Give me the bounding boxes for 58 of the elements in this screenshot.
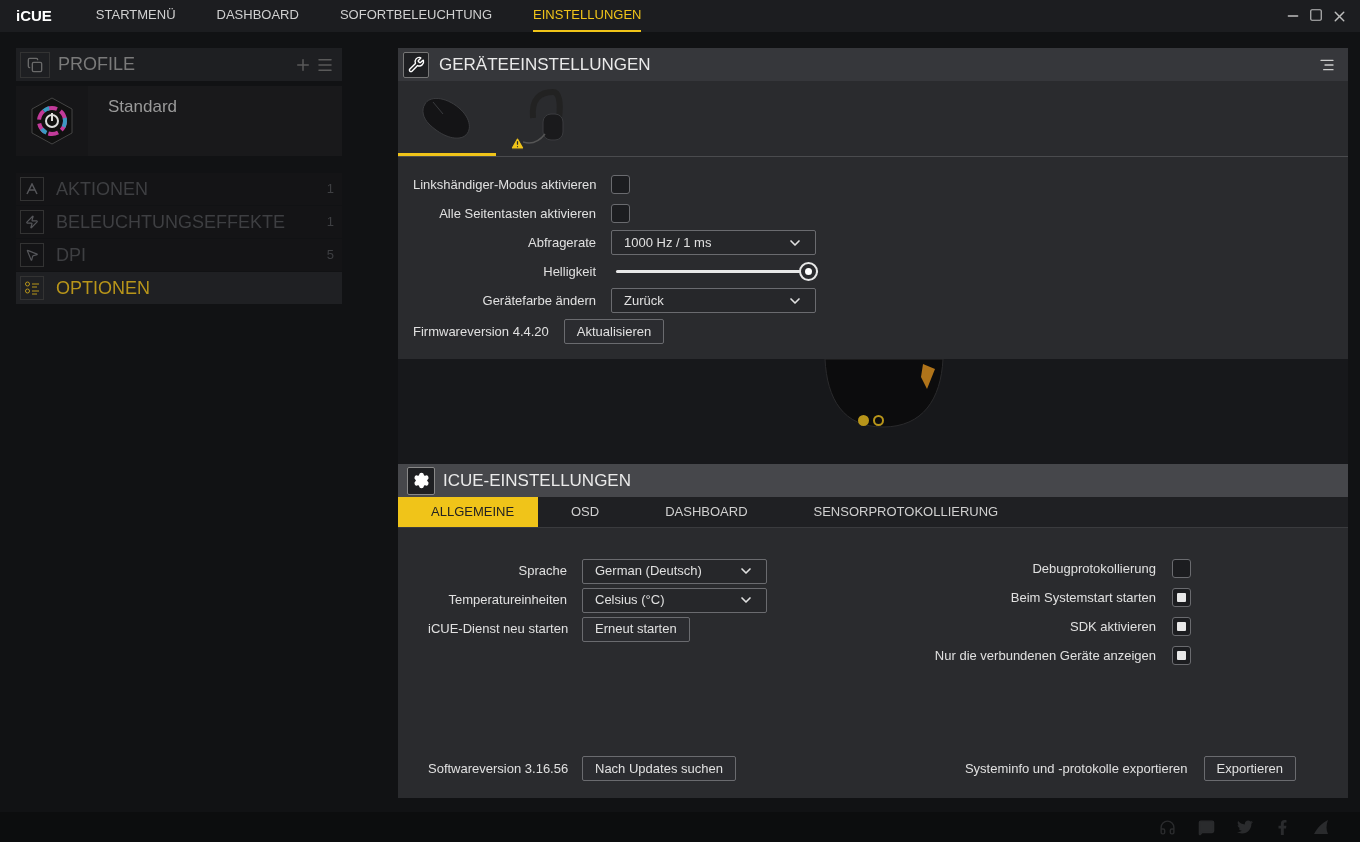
- restart-button[interactable]: Erneut starten: [582, 616, 690, 642]
- setting-label: Gerätefarbe ändern: [481, 291, 596, 310]
- settings-tab[interactable]: DASHBOARD: [632, 497, 781, 527]
- profile-item[interactable]: Standard: [16, 86, 342, 156]
- sidebar-section[interactable]: OPTIONEN: [16, 272, 342, 304]
- dropdown[interactable]: Celsius (°C): [582, 587, 767, 613]
- options-list-icon: [20, 276, 44, 300]
- wrench-icon: [407, 56, 425, 73]
- export-button[interactable]: Exportieren: [1203, 756, 1296, 781]
- setting-label: Alle Seitentasten aktivieren: [438, 204, 596, 223]
- headset-drawing: [523, 88, 567, 146]
- checkbox[interactable]: [1172, 617, 1191, 636]
- setting-label: Helligkeit: [542, 262, 596, 281]
- panel-title: GERÄTEEINSTELLUNGEN: [439, 53, 651, 76]
- checkbox[interactable]: [1172, 588, 1191, 607]
- settings-tab[interactable]: SENSORPROTOKOLLIERUNG: [780, 497, 1032, 527]
- firmware-version: Firmwareversion 4.4.20: [413, 322, 549, 341]
- check-updates-button[interactable]: Nach Updates suchen: [582, 756, 736, 781]
- setting-label: Sprache: [517, 562, 567, 581]
- update-button[interactable]: Aktualisieren: [563, 319, 665, 344]
- profiles-title: PROFILE: [58, 53, 136, 76]
- setting-label: iCUE-Dienst neu starten: [428, 620, 567, 639]
- settings-tab[interactable]: ALLGEMEINE: [398, 497, 538, 527]
- settings-tab[interactable]: OSD: [538, 497, 633, 527]
- profile-logo-icon: [29, 96, 75, 146]
- nav-tab[interactable]: STARTMENÜ: [95, 0, 176, 32]
- software-version: Softwareversion 3.16.56: [428, 759, 567, 778]
- app-logo: iCUE: [16, 5, 52, 26]
- nav-tab[interactable]: EINSTELLUNGEN: [533, 0, 642, 32]
- settings-icon: [412, 472, 430, 489]
- setting-label: Temperatureinheiten: [447, 591, 567, 610]
- letter-a-icon: [20, 177, 44, 201]
- checkbox[interactable]: [611, 204, 630, 223]
- setting-label: Debugprotokollierung: [1032, 559, 1156, 578]
- setting-label: Nur die verbundenen Geräte anzeigen: [934, 646, 1156, 665]
- dropdown[interactable]: 1000 Hz / 1 ms: [611, 230, 816, 255]
- pages-icon: [27, 56, 43, 73]
- profile-name: Standard: [108, 96, 177, 118]
- warning-icon: [510, 136, 525, 151]
- maximize-icon[interactable]: [1309, 7, 1323, 22]
- pointer-icon: [20, 243, 44, 267]
- setting-label: Abfragerate: [527, 233, 596, 252]
- dropdown[interactable]: German (Deutsch): [582, 558, 767, 584]
- setting-label: SDK aktivieren: [1070, 617, 1156, 636]
- setting-label: Linkshändiger-Modus aktivieren: [413, 175, 596, 194]
- panel-title: ICUE-EINSTELLUNGEN: [443, 469, 631, 492]
- checkbox[interactable]: [1172, 646, 1191, 665]
- slider-thumb[interactable]: [799, 262, 818, 281]
- export-label: Systeminfo und -protokolle exportieren: [964, 759, 1188, 778]
- slider[interactable]: [616, 262, 818, 281]
- checkbox[interactable]: [611, 175, 630, 194]
- setting-label: Beim Systemstart starten: [1010, 588, 1156, 607]
- section-label: OPTIONEN: [56, 276, 150, 300]
- dropdown[interactable]: Zurück: [611, 288, 816, 313]
- lightning-icon: [20, 210, 44, 234]
- checkbox[interactable]: [1172, 559, 1191, 578]
- nav-tab[interactable]: SOFORTBELEUCHTUNG: [339, 0, 493, 32]
- nav-tab[interactable]: DASHBOARD: [216, 0, 299, 32]
